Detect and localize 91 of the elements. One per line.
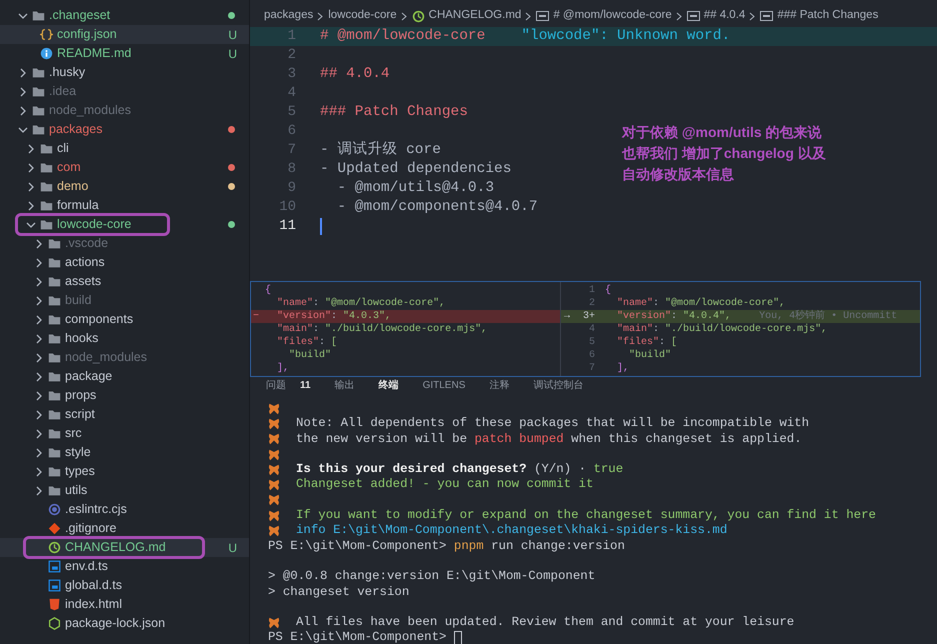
diff-line: "build"	[288, 349, 332, 362]
tree-item[interactable]: src	[0, 424, 249, 443]
diff-line: 7 ],	[588, 362, 630, 375]
terminal-line: > changeset version	[268, 584, 410, 600]
tree-item[interactable]: .changeset	[0, 6, 249, 25]
tree-item[interactable]: CHANGELOG.md U	[0, 538, 249, 557]
terminal-line: info E:\git\Mom-Component\.changeset\khaki-spiders-kiss.md	[296, 523, 728, 539]
tree-item[interactable]: .husky	[0, 63, 249, 82]
tree-item[interactable]: components	[0, 310, 249, 329]
line-number: 3	[286, 65, 297, 84]
chevron-icon	[676, 12, 683, 20]
tree-item[interactable]: index.html	[0, 595, 249, 614]
tree-item[interactable]: config.json U	[0, 25, 249, 44]
warning-hint: "lowcode": Unknown word.	[521, 26, 730, 46]
git-status-label: U	[228, 26, 237, 44]
line-number: 9	[286, 179, 297, 198]
diff-line: ],	[276, 362, 290, 375]
code-line: - Updated dependencies	[320, 160, 512, 179]
tree-item[interactable]: package	[0, 367, 249, 386]
code-line: - @mom/components@4.0.7	[336, 198, 538, 217]
terminal-line: Is this your desired changeset? (Y/n) · true	[296, 462, 624, 478]
code-line: ### Patch Changes	[320, 102, 468, 122]
terminal-line: PS E:\git\Mom-Component>	[268, 630, 448, 644]
line-number: 6	[286, 122, 297, 141]
line-number: 8	[286, 160, 297, 179]
terminal-line: If you want to modify or expand on the changeset summary, you can find it here	[296, 508, 876, 524]
terminal-line: the new version will be patch bumped when this changeset is applied.	[296, 432, 802, 447]
breadcrumb-item[interactable]: packages	[264, 7, 314, 25]
tree-item[interactable]: lowcode-core	[0, 215, 249, 234]
breadcrumb-item[interactable]: lowcode-core	[328, 7, 397, 25]
chevron-icon	[749, 12, 756, 20]
line-number: 5	[286, 103, 297, 122]
line-number: 4	[286, 84, 297, 103]
tree-item[interactable]: demo	[0, 177, 249, 196]
code-line: ## 4.0.4	[320, 64, 390, 84]
git-status-label: U	[228, 46, 237, 62]
diff-line: "files": [	[276, 336, 338, 349]
diff-line: 5 "files": [	[588, 336, 678, 349]
tree-item[interactable]: com	[0, 158, 249, 177]
breadcrumb-item[interactable]: # @mom/lowcode-core	[553, 7, 672, 25]
diff-line: "name": "@mom/lowcode-core",	[276, 297, 446, 310]
tree-item[interactable]: packages	[0, 120, 249, 139]
terminal-line: All files have been updated. Review them and commit at your leisure	[296, 615, 794, 630]
tree-item[interactable]: README.md U	[0, 44, 249, 63]
panel-tab[interactable]: 注释	[489, 378, 510, 392]
tree-item[interactable]: assets	[0, 272, 249, 291]
diff-line: 6 "build"	[588, 349, 672, 362]
panel-tab[interactable]: 问题 11	[266, 378, 311, 392]
diff-line: 2 "name": "@mom/lowcode-core",	[588, 297, 786, 310]
line-number: 11	[278, 217, 297, 236]
panel-tab[interactable]: GITLENS	[422, 378, 466, 392]
panel-tab[interactable]: 调试控制台	[533, 378, 584, 392]
tree-item[interactable]: utils	[0, 481, 249, 500]
panel-tab[interactable]: 终端	[378, 378, 399, 392]
tree-item[interactable]: package-lock.json	[0, 614, 249, 633]
terminal-line: Note: All dependents of these packages that will be incompatible with	[296, 416, 810, 432]
diff-line: 4 "main": "./build/lowcode-core.mjs",	[588, 323, 828, 336]
line-number: 2	[286, 46, 297, 65]
breadcrumb-item[interactable]: ### Patch Changes	[777, 7, 878, 25]
tree-item[interactable]: env.d.ts	[0, 557, 249, 576]
line-number: 7	[286, 141, 297, 160]
annotation-text: 对于依赖 @mom/utils 的包来说 也帮我们 增加了changelog 以及 自动修改版本信息	[622, 123, 826, 184]
line-number: 1	[286, 27, 297, 46]
tree-item[interactable]: actions	[0, 253, 249, 272]
tree-item[interactable]: hooks	[0, 329, 249, 348]
chevron-icon	[400, 12, 408, 20]
diff-line: {	[264, 284, 272, 297]
tree-item[interactable]: cli	[0, 139, 249, 158]
breadcrumb-item[interactable]: CHANGELOG.md	[428, 7, 522, 25]
terminal-line: Changeset added! - you can now commit it	[296, 477, 594, 493]
chevron-icon	[317, 12, 324, 20]
line-number: 10	[278, 198, 297, 217]
diff-line: 1 {	[588, 284, 612, 297]
chevron-icon	[525, 12, 532, 20]
tree-item[interactable]: script	[0, 405, 249, 424]
tree-item[interactable]: props	[0, 386, 249, 405]
diff-line: "main": "./build/lowcode-core.mjs",	[276, 323, 488, 336]
git-status-label: U	[228, 540, 237, 556]
terminal-line: PS E:\git\Mom-Component> pnpm run change:version	[268, 538, 625, 554]
code-line: # @mom/lowcode-core	[320, 26, 486, 46]
tree-item[interactable]: .eslintrc.cjs	[0, 500, 249, 519]
tree-item[interactable]: global.d.ts	[0, 576, 249, 595]
tree-item[interactable]: style	[0, 443, 249, 462]
breadcrumb-item[interactable]: ## 4.0.4	[704, 7, 746, 25]
code-line: - 调试升级 core	[320, 140, 441, 160]
code-line: - @mom/utils@4.0.3	[336, 178, 494, 198]
tree-item[interactable]: types	[0, 462, 249, 481]
tree-item[interactable]: formula	[0, 196, 249, 215]
terminal-line: > @0.0.8 change:version E:\git\Mom-Component	[268, 569, 596, 585]
panel-tab[interactable]: 输出	[334, 378, 355, 392]
tree-item[interactable]: .gitignore	[0, 519, 249, 538]
